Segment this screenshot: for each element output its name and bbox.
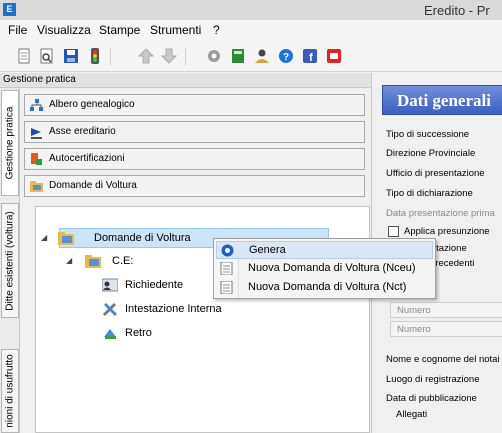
tab-usufrutto[interactable]: nioni di usufrutto <box>1 349 19 433</box>
toolbar: ? f <box>0 40 502 72</box>
help-icon[interactable]: ? <box>277 47 295 65</box>
collapse-arrow-icon[interactable]: ◢ <box>41 233 47 242</box>
form-label: precedenti <box>430 258 475 269</box>
scale-icon <box>31 128 42 139</box>
calculator-icon[interactable] <box>229 47 247 65</box>
numero-field[interactable]: Numero <box>390 302 502 318</box>
domande-di-voltura-button[interactable]: Domande di Voltura <box>24 175 365 197</box>
menu-item-label: Nuova Domanda di Voltura (Nceu) <box>248 262 416 274</box>
menu-item-label: Nuova Domanda di Voltura (Nct) <box>248 281 407 293</box>
collapse-arrow-icon[interactable]: ◢ <box>66 256 72 265</box>
form-label: Data di pubblicazione <box>386 393 477 404</box>
form-label: Allegati <box>396 409 428 420</box>
folder-icon <box>30 181 43 192</box>
menu-stampe[interactable]: Stampe <box>99 23 140 37</box>
tab-label: Gestione pratica <box>4 106 16 180</box>
search-icon[interactable] <box>38 47 56 65</box>
form-label: Luogo di registrazione <box>386 374 480 385</box>
app-icon: E <box>3 3 16 16</box>
tree-label: Richiedente <box>125 279 184 291</box>
retro-icon <box>104 329 116 339</box>
form-label: Tipo di successione <box>386 129 470 140</box>
form-label: Nome e cognome del notai <box>386 354 500 365</box>
tree-label: Retro <box>125 327 152 339</box>
form-label: Applica presunzione <box>404 226 490 237</box>
context-menu: Genera Nuova Domanda di Voltura (Nceu) N… <box>213 238 436 299</box>
accordion-label: Albero genealogico <box>49 99 135 110</box>
dati-generali-title: Dati generali <box>382 85 502 115</box>
menu-item-nuova-nct[interactable]: Nuova Domanda di Voltura (Nct) <box>216 279 433 297</box>
albero-genealogico-button[interactable]: Albero genealogico <box>24 94 365 116</box>
down-arrow-icon[interactable] <box>160 47 178 65</box>
window-title: Eredito - Pr <box>424 3 490 18</box>
menu-item-genera[interactable]: Genera <box>216 241 433 259</box>
accordion-label: Autocertificazioni <box>49 153 125 164</box>
tab-ditte-esistenti[interactable]: Ditte esistenti (voltura) <box>1 203 19 318</box>
generate-icon <box>221 244 234 257</box>
vertical-tab-strip: Gestione pratica Ditte esistenti (voltur… <box>0 88 20 433</box>
title-bar: E Eredito - Pr <box>0 0 502 20</box>
up-arrow-icon[interactable] <box>137 47 155 65</box>
form-label: Direzione Provinciale <box>386 148 476 159</box>
toolbar-separator <box>110 48 111 65</box>
document-icon <box>220 281 233 294</box>
tools-icon <box>102 302 118 317</box>
tree-label: Domande di Voltura <box>94 232 191 244</box>
traffic-light-icon[interactable] <box>86 47 104 65</box>
tree-node-intestazione-interna[interactable]: Intestazione Interna <box>102 300 302 320</box>
menu-help[interactable]: ? <box>213 23 220 37</box>
accordion-label: Asse ereditario <box>49 126 116 137</box>
menu-visualizza[interactable]: Visualizza <box>37 23 91 37</box>
numero-label: Numero <box>397 324 431 335</box>
new-icon[interactable] <box>15 47 33 65</box>
tree-node-retro[interactable]: Retro <box>102 324 302 344</box>
folder-icon <box>58 232 74 245</box>
numero-field[interactable]: Numero <box>390 321 502 337</box>
tree-label: Intestazione Interna <box>125 303 222 315</box>
tab-label: Ditte esistenti (voltura) <box>4 210 16 311</box>
accordion-label: Domande di Voltura <box>49 180 137 191</box>
autocertificazioni-button[interactable]: Autocertificazioni <box>24 148 365 170</box>
document-icon <box>220 262 233 275</box>
save-icon[interactable] <box>62 47 80 65</box>
youtube-icon[interactable] <box>325 47 343 65</box>
person-card-icon <box>102 278 118 292</box>
form-label: itazione <box>434 243 467 254</box>
svg-text:f: f <box>309 52 313 64</box>
facebook-icon[interactable]: f <box>301 47 319 65</box>
settings-icon[interactable] <box>205 47 223 65</box>
menu-bar: File Visualizza Stampe Strumenti ? <box>0 20 502 40</box>
menu-item-nuova-nceu[interactable]: Nuova Domanda di Voltura (Nceu) <box>216 260 433 278</box>
numero-label: Numero <box>397 305 431 316</box>
certificate-icon <box>31 153 42 165</box>
form-label: Ufficio di presentazione <box>386 168 485 179</box>
asse-ereditario-button[interactable]: Asse ereditario <box>24 121 365 143</box>
tab-gestione-pratica[interactable]: Gestione pratica <box>1 90 19 196</box>
gestione-pratica-header: Gestione pratica <box>0 73 371 88</box>
users-icon[interactable] <box>253 47 271 65</box>
form-label: Tipo di dichiarazione <box>386 188 473 199</box>
menu-item-label: Genera <box>249 244 286 256</box>
menu-file[interactable]: File <box>8 23 27 37</box>
svg-text:?: ? <box>283 52 289 63</box>
toolbar-separator <box>185 48 186 65</box>
menu-strumenti[interactable]: Strumenti <box>150 23 201 37</box>
tree-icon <box>30 99 43 111</box>
tree-label: C.E: <box>112 255 134 267</box>
tab-label: nioni di usufrutto <box>4 354 16 428</box>
applica-presunzione-checkbox[interactable] <box>388 226 399 237</box>
folder-icon <box>85 255 101 268</box>
form-label: Data presentazione prima <box>386 208 495 219</box>
